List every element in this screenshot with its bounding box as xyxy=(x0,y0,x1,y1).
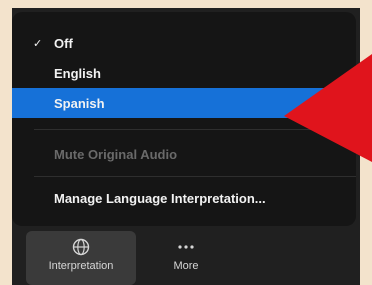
menu-item-label: English xyxy=(54,65,101,81)
ellipsis-icon xyxy=(178,245,194,249)
menu-item-label: Spanish xyxy=(54,95,105,111)
menu-item-manage-interpretation[interactable]: Manage Language Interpretation... xyxy=(12,183,356,213)
menu-item-label: Mute Original Audio xyxy=(54,146,178,162)
interpretation-label: Interpretation xyxy=(48,260,114,272)
pointer-arrow-icon xyxy=(284,54,372,162)
checkmark-icon: ✓ xyxy=(33,37,43,50)
interpretation-button[interactable]: Interpretation xyxy=(26,231,136,285)
more-button[interactable]: More xyxy=(150,231,222,285)
more-label: More xyxy=(173,260,199,272)
globe-icon xyxy=(72,238,90,256)
menu-item-label: Off xyxy=(54,35,73,51)
menu-item-label: Manage Language Interpretation... xyxy=(54,190,266,206)
menu-divider xyxy=(34,176,356,177)
